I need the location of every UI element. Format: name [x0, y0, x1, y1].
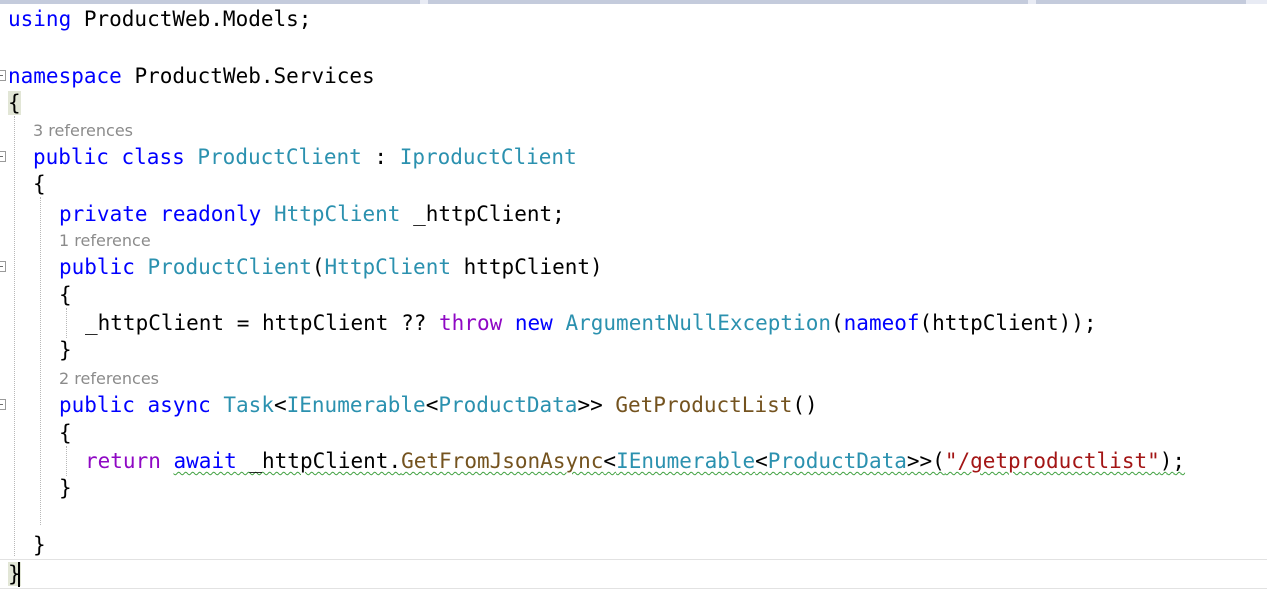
code-line-using: using ProductWeb.Models; — [8, 5, 311, 33]
brace: { — [59, 283, 72, 307]
method-name: GetProductList — [615, 393, 793, 417]
keyword: nameof — [843, 311, 920, 335]
code-line-brace: } — [59, 336, 72, 364]
codelens-references[interactable]: 1 reference — [59, 231, 151, 251]
punctuation: < — [425, 393, 439, 417]
keyword: public — [59, 393, 135, 417]
type-name: Task — [223, 393, 274, 417]
brace: } — [33, 533, 46, 557]
type-name: HttpClient — [324, 255, 451, 279]
keyword: class — [121, 145, 185, 169]
type-name: ProductData — [767, 449, 907, 473]
brace: } — [59, 476, 72, 500]
collapse-icon[interactable] — [0, 70, 6, 81]
editor-tab-strip — [0, 0, 1267, 4]
keyword: namespace — [8, 64, 122, 88]
tab-strip-segment — [1036, 0, 1246, 4]
code-line-brace: { — [59, 281, 72, 309]
type-name: IEnumerable — [286, 393, 426, 417]
current-line-highlight — [0, 559, 1267, 589]
code-line-method: public async Task<IEnumerable<ProductDat… — [59, 391, 818, 419]
keyword: return — [85, 449, 161, 473]
code-line-constructor: public ProductClient(HttpClient httpClie… — [59, 253, 603, 281]
code-line-brace: { — [59, 419, 72, 447]
identifier: httpClient) — [450, 255, 603, 279]
type-name: HttpClient — [273, 202, 401, 226]
identifier: _httpClient; — [400, 202, 565, 226]
method-name: GetFromJsonAsync — [401, 449, 604, 473]
collapse-icon[interactable] — [0, 261, 6, 272]
keyword: public — [59, 255, 135, 279]
code-line-brace: } — [59, 474, 72, 502]
code-line-brace: { — [8, 89, 21, 117]
identifier: (httpClient)); — [919, 311, 1097, 335]
collapse-icon[interactable] — [0, 151, 6, 162]
punctuation: () — [792, 393, 818, 417]
keyword: await — [173, 449, 237, 473]
code-line-return: return await _httpClient.GetFromJsonAsyn… — [85, 447, 1185, 475]
code-line-assignment: _httpClient = httpClient ?? throw new Ar… — [85, 309, 1097, 337]
codelens-references[interactable]: 3 references — [33, 121, 133, 141]
type-name: ProductData — [438, 393, 578, 417]
type-name: IproductClient — [399, 145, 577, 169]
punctuation: < — [603, 449, 617, 473]
brace: { — [59, 421, 72, 445]
type-name: ProductClient — [147, 255, 312, 279]
indent-guide — [40, 197, 41, 525]
keyword: throw — [439, 311, 503, 335]
tab-strip-segment — [0, 0, 420, 4]
brace: { — [8, 91, 21, 115]
keyword: public — [33, 145, 109, 169]
identifier: _httpClient = httpClient ?? — [85, 311, 440, 335]
outlining-margin — [0, 0, 6, 599]
keyword: new — [514, 311, 553, 335]
code-line-brace: } — [33, 531, 46, 559]
namespace-name: ProductWeb.Services — [121, 64, 375, 88]
punctuation: >>( — [906, 449, 945, 473]
keyword: using — [8, 7, 72, 31]
type-name: ProductClient — [197, 145, 362, 169]
indent-guide — [66, 446, 67, 476]
string-literal: "/getproductlist" — [944, 449, 1160, 473]
brace: { — [33, 172, 46, 196]
punctuation: ( — [311, 255, 325, 279]
tab-strip-segment — [428, 0, 1028, 4]
collapse-icon[interactable] — [0, 399, 6, 410]
punctuation: >> — [577, 393, 616, 417]
type-name: IEnumerable — [616, 449, 756, 473]
codelens-references[interactable]: 2 references — [59, 369, 159, 389]
punctuation: : — [361, 145, 400, 169]
type-name: ArgumentNullException — [565, 311, 831, 335]
keyword: async — [147, 393, 211, 417]
code-line-class: public class ProductClient : IproductCli… — [33, 143, 577, 171]
code-line-brace: { — [33, 170, 46, 198]
keyword: private — [59, 202, 148, 226]
identifier: _httpClient. — [236, 449, 402, 473]
brace: } — [59, 338, 72, 362]
code-line-namespace: namespace ProductWeb.Services — [8, 62, 375, 90]
punctuation: < — [273, 393, 287, 417]
punctuation: ); — [1159, 449, 1186, 473]
punctuation: < — [755, 449, 768, 473]
text-caret — [18, 562, 20, 587]
punctuation: ( — [831, 311, 844, 335]
indent-guide — [14, 116, 15, 556]
indent-guide — [66, 308, 67, 338]
code-line-field: private readonly HttpClient _httpClient; — [59, 200, 565, 228]
keyword: readonly — [160, 202, 262, 226]
namespace-ref: ProductWeb.Models; — [71, 7, 312, 31]
